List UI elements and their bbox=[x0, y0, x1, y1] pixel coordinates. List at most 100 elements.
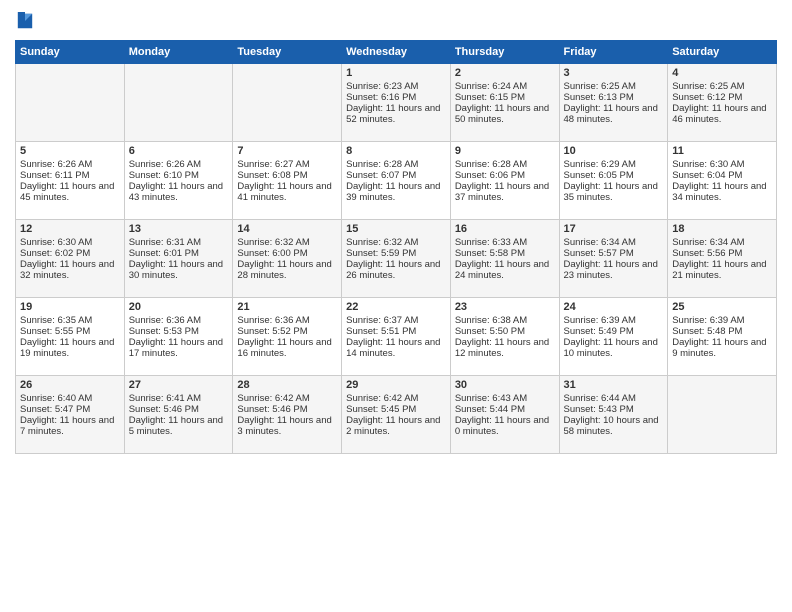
sunrise: Sunrise: 6:27 AM bbox=[237, 159, 309, 170]
sunset: Sunset: 6:16 PM bbox=[346, 92, 416, 103]
calendar-cell bbox=[124, 64, 233, 142]
daylight: Daylight: 11 hours and 23 minutes. bbox=[564, 259, 658, 281]
sunrise: Sunrise: 6:35 AM bbox=[20, 315, 92, 326]
calendar-cell: 13Sunrise: 6:31 AMSunset: 6:01 PMDayligh… bbox=[124, 220, 233, 298]
daylight: Daylight: 11 hours and 52 minutes. bbox=[346, 103, 440, 125]
calendar-cell bbox=[668, 376, 777, 454]
header-row: SundayMondayTuesdayWednesdayThursdayFrid… bbox=[16, 41, 777, 64]
sunset: Sunset: 6:12 PM bbox=[672, 92, 742, 103]
calendar-cell: 12Sunrise: 6:30 AMSunset: 6:02 PMDayligh… bbox=[16, 220, 125, 298]
sunrise: Sunrise: 6:25 AM bbox=[672, 81, 744, 92]
sunrise: Sunrise: 6:28 AM bbox=[346, 159, 418, 170]
calendar-cell: 20Sunrise: 6:36 AMSunset: 5:53 PMDayligh… bbox=[124, 298, 233, 376]
calendar-cell: 6 Sunrise: 6:26 AMSunset: 6:10 PMDaylight… bbox=[124, 142, 233, 220]
sunset: Sunset: 5:53 PM bbox=[129, 326, 199, 337]
sunrise: Sunrise: 6:37 AM bbox=[346, 315, 418, 326]
calendar-cell: 14Sunrise: 6:32 AMSunset: 6:00 PMDayligh… bbox=[233, 220, 342, 298]
calendar-cell: 27Sunrise: 6:41 AMSunset: 5:46 PMDayligh… bbox=[124, 376, 233, 454]
day-number: 4 bbox=[672, 67, 772, 79]
day-number: 22 bbox=[346, 301, 446, 313]
logo bbox=[15, 10, 34, 32]
sunrise: Sunrise: 6:30 AM bbox=[20, 237, 92, 248]
calendar-cell: 17Sunrise: 6:34 AMSunset: 5:57 PMDayligh… bbox=[559, 220, 668, 298]
calendar-cell: 26Sunrise: 6:40 AMSunset: 5:47 PMDayligh… bbox=[16, 376, 125, 454]
daylight: Daylight: 11 hours and 5 minutes. bbox=[129, 415, 223, 437]
sunset: Sunset: 5:46 PM bbox=[129, 404, 199, 415]
day-header: Tuesday bbox=[233, 41, 342, 64]
sunrise: Sunrise: 6:29 AM bbox=[564, 159, 636, 170]
daylight: Daylight: 11 hours and 39 minutes. bbox=[346, 181, 440, 203]
daylight: Daylight: 11 hours and 9 minutes. bbox=[672, 337, 766, 359]
day-number: 11 bbox=[672, 145, 772, 157]
day-number: 21 bbox=[237, 301, 337, 313]
calendar-cell: 4Sunrise: 6:25 AMSunset: 6:12 PMDaylight… bbox=[668, 64, 777, 142]
sunset: Sunset: 5:50 PM bbox=[455, 326, 525, 337]
sunset: Sunset: 5:45 PM bbox=[346, 404, 416, 415]
sunset: Sunset: 6:05 PM bbox=[564, 170, 634, 181]
day-number: 16 bbox=[455, 223, 555, 235]
sunrise: Sunrise: 6:34 AM bbox=[564, 237, 636, 248]
sunset: Sunset: 6:13 PM bbox=[564, 92, 634, 103]
sunset: Sunset: 6:01 PM bbox=[129, 248, 199, 259]
calendar-cell: 2Sunrise: 6:24 AMSunset: 6:15 PMDaylight… bbox=[450, 64, 559, 142]
calendar-cell: 16Sunrise: 6:33 AMSunset: 5:58 PMDayligh… bbox=[450, 220, 559, 298]
sunrise: Sunrise: 6:41 AM bbox=[129, 393, 201, 404]
daylight: Daylight: 11 hours and 7 minutes. bbox=[20, 415, 114, 437]
sunset: Sunset: 6:04 PM bbox=[672, 170, 742, 181]
daylight: Daylight: 11 hours and 34 minutes. bbox=[672, 181, 766, 203]
day-number: 17 bbox=[564, 223, 664, 235]
sunset: Sunset: 5:51 PM bbox=[346, 326, 416, 337]
daylight: Daylight: 11 hours and 43 minutes. bbox=[129, 181, 223, 203]
day-number: 10 bbox=[564, 145, 664, 157]
day-number: 1 bbox=[346, 67, 446, 79]
day-number: 14 bbox=[237, 223, 337, 235]
daylight: Daylight: 11 hours and 24 minutes. bbox=[455, 259, 549, 281]
calendar-cell: 15Sunrise: 6:32 AMSunset: 5:59 PMDayligh… bbox=[342, 220, 451, 298]
week-row: 19Sunrise: 6:35 AMSunset: 5:55 PMDayligh… bbox=[16, 298, 777, 376]
calendar-cell: 21Sunrise: 6:36 AMSunset: 5:52 PMDayligh… bbox=[233, 298, 342, 376]
day-number: 2 bbox=[455, 67, 555, 79]
sunset: Sunset: 5:52 PM bbox=[237, 326, 307, 337]
day-number: 5 bbox=[20, 145, 120, 157]
calendar-cell: 5Sunrise: 6:26 AMSunset: 6:11 PMDaylight… bbox=[16, 142, 125, 220]
calendar-container: SundayMondayTuesdayWednesdayThursdayFrid… bbox=[0, 0, 792, 464]
day-number: 23 bbox=[455, 301, 555, 313]
day-header: Saturday bbox=[668, 41, 777, 64]
day-number: 20 bbox=[129, 301, 229, 313]
sunrise: Sunrise: 6:40 AM bbox=[20, 393, 92, 404]
day-number: 7 bbox=[237, 145, 337, 157]
sunrise: Sunrise: 6:43 AM bbox=[455, 393, 527, 404]
calendar-cell: 7Sunrise: 6:27 AMSunset: 6:08 PMDaylight… bbox=[233, 142, 342, 220]
sunset: Sunset: 6:06 PM bbox=[455, 170, 525, 181]
day-number: 28 bbox=[237, 379, 337, 391]
sunrise: Sunrise: 6:26 AM bbox=[129, 159, 201, 170]
sunset: Sunset: 5:46 PM bbox=[237, 404, 307, 415]
daylight: Daylight: 11 hours and 28 minutes. bbox=[237, 259, 331, 281]
calendar-cell: 25Sunrise: 6:39 AMSunset: 5:48 PMDayligh… bbox=[668, 298, 777, 376]
calendar-table: SundayMondayTuesdayWednesdayThursdayFrid… bbox=[15, 40, 777, 454]
day-number: 31 bbox=[564, 379, 664, 391]
daylight: Daylight: 10 hours and 58 minutes. bbox=[564, 415, 659, 437]
daylight: Daylight: 11 hours and 2 minutes. bbox=[346, 415, 440, 437]
daylight: Daylight: 11 hours and 21 minutes. bbox=[672, 259, 766, 281]
calendar-cell: 31Sunrise: 6:44 AMSunset: 5:43 PMDayligh… bbox=[559, 376, 668, 454]
day-number: 6 bbox=[129, 145, 229, 157]
sunset: Sunset: 6:02 PM bbox=[20, 248, 90, 259]
sunrise: Sunrise: 6:38 AM bbox=[455, 315, 527, 326]
week-row: 1Sunrise: 6:23 AMSunset: 6:16 PMDaylight… bbox=[16, 64, 777, 142]
sunset: Sunset: 6:00 PM bbox=[237, 248, 307, 259]
sunrise: Sunrise: 6:31 AM bbox=[129, 237, 201, 248]
daylight: Daylight: 11 hours and 14 minutes. bbox=[346, 337, 440, 359]
calendar-cell: 10Sunrise: 6:29 AMSunset: 6:05 PMDayligh… bbox=[559, 142, 668, 220]
day-header: Thursday bbox=[450, 41, 559, 64]
daylight: Daylight: 11 hours and 12 minutes. bbox=[455, 337, 549, 359]
daylight: Daylight: 11 hours and 19 minutes. bbox=[20, 337, 114, 359]
calendar-cell bbox=[16, 64, 125, 142]
calendar-cell: 30Sunrise: 6:43 AMSunset: 5:44 PMDayligh… bbox=[450, 376, 559, 454]
sunset: Sunset: 6:10 PM bbox=[129, 170, 199, 181]
sunset: Sunset: 5:44 PM bbox=[455, 404, 525, 415]
sunrise: Sunrise: 6:44 AM bbox=[564, 393, 636, 404]
calendar-cell: 23 Sunrise: 6:38 AMSunset: 5:50 PMDayligh… bbox=[450, 298, 559, 376]
week-row: 12Sunrise: 6:30 AMSunset: 6:02 PMDayligh… bbox=[16, 220, 777, 298]
sunrise: Sunrise: 6:24 AM bbox=[455, 81, 527, 92]
